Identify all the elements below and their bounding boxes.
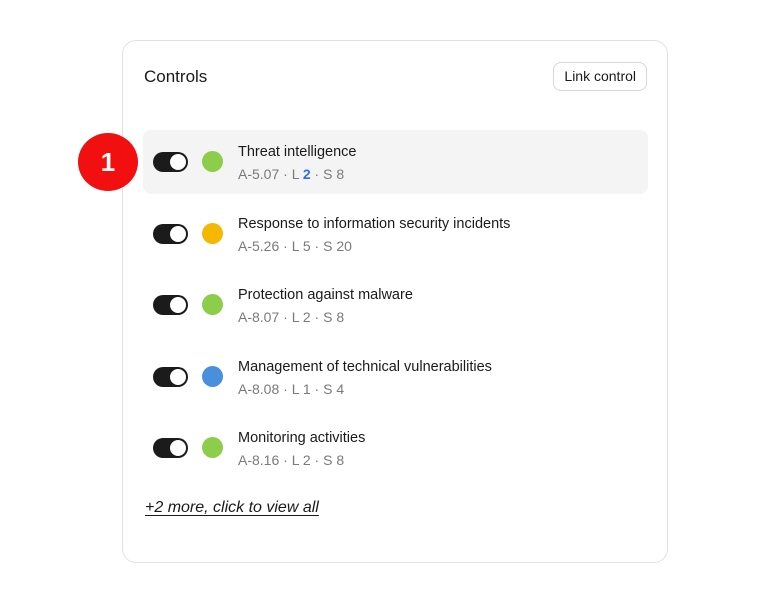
- control-name: Protection against malware: [238, 287, 413, 303]
- control-meta: A-8.16 · L 2 · S 8: [238, 452, 344, 468]
- controls-card: Controls Link control Threat intelligenc…: [122, 40, 668, 563]
- toggle-knob: [170, 225, 186, 242]
- toggle-knob: [170, 440, 186, 456]
- level-prefix: L: [291, 309, 303, 325]
- control-name: Monitoring activities: [238, 430, 366, 446]
- toggle-knob: [170, 297, 186, 313]
- view-all-link[interactable]: +2 more, click to view all: [145, 499, 319, 517]
- meta-separator: ·: [279, 237, 292, 254]
- control-row[interactable]: Protection against malware A-8.07 · L 2 …: [143, 273, 648, 337]
- control-row[interactable]: Management of technical vulnerabilities …: [143, 345, 648, 409]
- status-dot: [202, 294, 223, 315]
- control-score: 8: [336, 452, 345, 468]
- score-prefix: S: [323, 309, 337, 325]
- control-toggle[interactable]: [153, 438, 188, 458]
- toggle-knob: [170, 368, 186, 385]
- control-name: Threat intelligence: [238, 144, 357, 160]
- level-prefix: L: [291, 380, 303, 397]
- meta-separator: ·: [310, 166, 324, 182]
- toggle-knob: [170, 154, 186, 170]
- control-score: 20: [336, 237, 352, 254]
- control-code: A-5.07: [238, 166, 280, 182]
- control-code: A-8.08: [238, 380, 280, 397]
- meta-separator: ·: [279, 309, 292, 325]
- level-prefix: L: [291, 452, 303, 468]
- controls-list: Threat intelligence A-5.07 · L 2 · S 8 R…: [143, 130, 648, 488]
- control-level: 2: [302, 309, 311, 325]
- status-dot: [202, 437, 223, 458]
- control-code: A-5.26: [238, 237, 280, 254]
- control-level: 1: [302, 380, 311, 397]
- link-control-button[interactable]: Link control: [553, 62, 647, 91]
- meta-separator: ·: [310, 309, 324, 325]
- score-prefix: S: [323, 237, 337, 254]
- control-meta: A-8.07 · L 2 · S 8: [238, 309, 344, 325]
- meta-separator: ·: [310, 380, 324, 397]
- status-dot: [202, 222, 223, 244]
- control-toggle[interactable]: [153, 366, 188, 387]
- control-toggle[interactable]: [153, 295, 188, 315]
- control-code: A-8.07: [238, 309, 280, 325]
- meta-separator: ·: [279, 166, 292, 182]
- control-meta: A-8.08 · L 1 · S 4: [238, 381, 344, 397]
- score-prefix: S: [323, 452, 337, 468]
- meta-separator: ·: [310, 452, 324, 468]
- status-dot: [202, 151, 223, 172]
- control-toggle[interactable]: [153, 152, 188, 172]
- control-level: 5: [302, 237, 311, 254]
- score-prefix: S: [323, 166, 337, 182]
- level-prefix: L: [291, 166, 303, 182]
- meta-separator: ·: [310, 237, 324, 254]
- control-name: Response to information security inciden…: [238, 215, 511, 232]
- control-score: 4: [336, 380, 345, 397]
- control-row[interactable]: Threat intelligence A-5.07 · L 2 · S 8: [143, 130, 648, 194]
- control-meta: A-5.07 · L 2 · S 8: [238, 166, 344, 182]
- score-prefix: S: [323, 380, 337, 397]
- meta-separator: ·: [279, 380, 292, 397]
- control-score: 8: [336, 166, 345, 182]
- control-code: A-8.16: [238, 452, 280, 468]
- status-dot: [202, 365, 223, 387]
- control-level: 2: [302, 452, 311, 468]
- control-toggle[interactable]: [153, 223, 188, 244]
- control-score: 8: [336, 309, 345, 325]
- level-prefix: L: [291, 237, 303, 254]
- annotation-marker: 1: [78, 133, 138, 191]
- control-row[interactable]: Monitoring activities A-8.16 · L 2 · S 8: [143, 416, 648, 480]
- control-name: Management of technical vulnerabilities: [238, 358, 492, 375]
- control-level: 2: [302, 166, 311, 182]
- meta-separator: ·: [279, 452, 292, 468]
- card-title: Controls: [144, 67, 208, 86]
- control-row[interactable]: Response to information security inciden…: [143, 202, 648, 266]
- control-meta: A-5.26 · L 5 · S 20: [238, 238, 352, 254]
